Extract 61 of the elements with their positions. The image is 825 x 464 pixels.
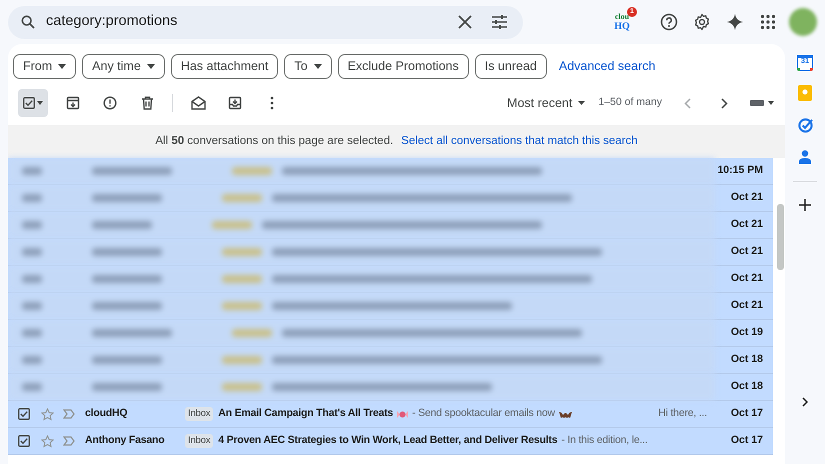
email-date: Oct 17 [730, 406, 764, 422]
sender-name: cloudHQ [85, 406, 128, 422]
importance-marker-icon[interactable] [63, 436, 75, 446]
expand-chevron-icon[interactable] [802, 397, 808, 407]
filter-chip[interactable]: Any time [82, 54, 165, 79]
checkbox[interactable] [18, 408, 30, 420]
email-date: Oct 18 [730, 379, 764, 394]
advanced-search-link[interactable]: Advanced search [558, 57, 656, 76]
filter-chip[interactable]: To [284, 54, 332, 79]
caret-icon [578, 101, 586, 105]
email-snippet: - Send spooktacular emails now [412, 406, 555, 422]
email-date: Oct 21 [730, 298, 764, 314]
filter-chip[interactable]: Has attachment [170, 54, 278, 79]
message-row[interactable]: Oct 19 [8, 320, 773, 347]
inbox-label: Inbox [185, 406, 214, 422]
message-row[interactable]: Anthony Fasano Inbox 4 Proven AEC Strategies to Win Work, Lead Better, and Deliver Results - In this edition, le... Oct 17 [8, 428, 773, 455]
inbox-label: Inbox [185, 434, 214, 448]
message-row[interactable]: Oct 21 [8, 185, 773, 212]
email-date: Oct 21 [730, 244, 764, 260]
star-icon[interactable] [41, 408, 54, 420]
message-row[interactable]: Oct 21 [8, 266, 773, 293]
select-all-button[interactable] [18, 89, 48, 117]
page-range: 1–50 of many [598, 95, 662, 110]
scrollbar-thumb[interactable] [777, 204, 784, 270]
message-row[interactable]: Oct 21 [8, 212, 773, 239]
message-row[interactable]: 10:15 PM [8, 158, 773, 185]
search-icon [20, 14, 36, 30]
bat-icon [558, 410, 572, 418]
filter-chip[interactable]: From [13, 54, 76, 79]
email-date: Oct 19 [730, 325, 764, 340]
email-date: 10:15 PM [716, 163, 764, 178]
selection-message: All 50 conversations on this page are selected. [155, 134, 394, 149]
caret-icon [37, 101, 43, 105]
task-check-icon[interactable] [798, 118, 812, 133]
email-preview: Hi there, ... [657, 406, 708, 422]
search-field[interactable]: category:promotions [46, 11, 443, 33]
email-date: Oct 18 [730, 352, 764, 368]
filter-chip[interactable]: Exclude Promotions [338, 54, 469, 79]
message-row[interactable]: Oct 18 [8, 347, 773, 374]
email-snippet: - In this edition, le... [561, 433, 648, 448]
message-row[interactable]: Oct 21 [8, 293, 773, 320]
importance-marker-icon[interactable] [63, 409, 75, 419]
sender-name: Anthony Fasano [85, 433, 166, 448]
email-date: Oct 21 [730, 271, 764, 286]
search-bar[interactable]: category:promotions [8, 6, 523, 38]
checkbox[interactable] [18, 435, 30, 447]
message-row[interactable]: Oct 18 [8, 374, 773, 401]
person-icon[interactable] [799, 150, 811, 164]
message-row[interactable]: cloudHQ Inbox An Email Campaign That's All Treats - Send spooktacular emails now Hi there, ... Oct 17 [8, 401, 773, 428]
sort-dropdown[interactable]: Most recent [507, 94, 586, 112]
add-icon[interactable] [799, 199, 811, 211]
select-all-link[interactable]: Select all conversations that match this search [401, 132, 638, 150]
filter-chip[interactable]: Is unread [474, 54, 547, 79]
star-icon[interactable] [41, 434, 54, 448]
email-subject: 4 Proven AEC Strategies to Win Work, Lead Better, and Deliver Results [218, 433, 558, 448]
email-date: Oct 21 [730, 190, 764, 206]
message-row[interactable]: Oct 21 [8, 239, 773, 266]
email-date: Oct 21 [730, 217, 764, 232]
email-date: Oct 17 [730, 433, 764, 448]
checkbox[interactable] [23, 97, 35, 109]
email-subject: An Email Campaign That's All Treats [218, 406, 394, 422]
